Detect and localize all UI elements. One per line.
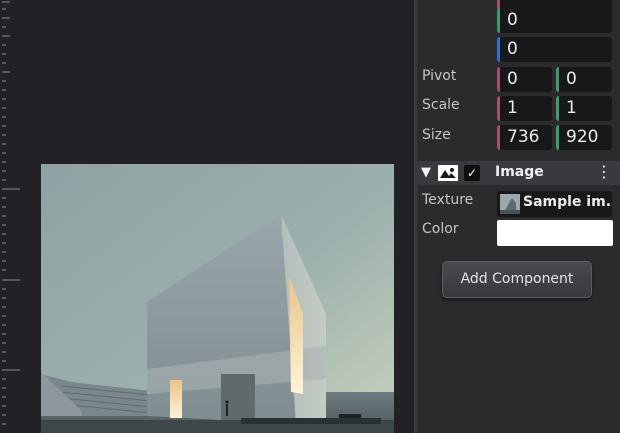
scene-viewport[interactable] [0,0,414,433]
image-component-icon [438,165,458,181]
component-title: Image [495,164,544,180]
image-component-header[interactable]: ▼ ✓ Image ⋮ [417,161,620,185]
canvas-image-architecture[interactable] [41,164,394,433]
kebab-menu-icon[interactable]: ⋮ [596,162,612,182]
add-component-button[interactable]: Add Component [442,261,592,298]
pivot-x-field[interactable]: 0 [497,67,552,92]
scale-x-field[interactable]: 1 [497,96,552,121]
position-z-field[interactable]: 0 [497,37,612,62]
color-swatch[interactable] [497,220,613,246]
texture-field[interactable]: Sample im... [497,191,612,217]
pivot-y-field[interactable]: 0 [556,67,612,92]
scale-y-field[interactable]: 1 [556,96,612,121]
pivot-label: Pivot [422,68,457,84]
texture-thumbnail-icon [500,194,520,214]
texture-label: Texture [422,192,474,208]
position-y-field[interactable]: 0 [497,8,612,33]
color-label: Color [422,221,459,237]
size-width-field[interactable]: 736 [497,125,552,150]
size-label: Size [422,127,451,143]
collapse-triangle-icon[interactable]: ▼ [421,165,431,180]
vertical-ruler [0,0,22,433]
size-height-field[interactable]: 920 [556,125,612,150]
component-enabled-checkbox[interactable]: ✓ [464,165,480,181]
scale-label: Scale [422,97,460,113]
inspector-panel: 0 0 Pivot 0 0 Scale 1 1 Size 736 920 ▼ ✓… [417,0,620,433]
texture-name: Sample im... [523,194,612,210]
